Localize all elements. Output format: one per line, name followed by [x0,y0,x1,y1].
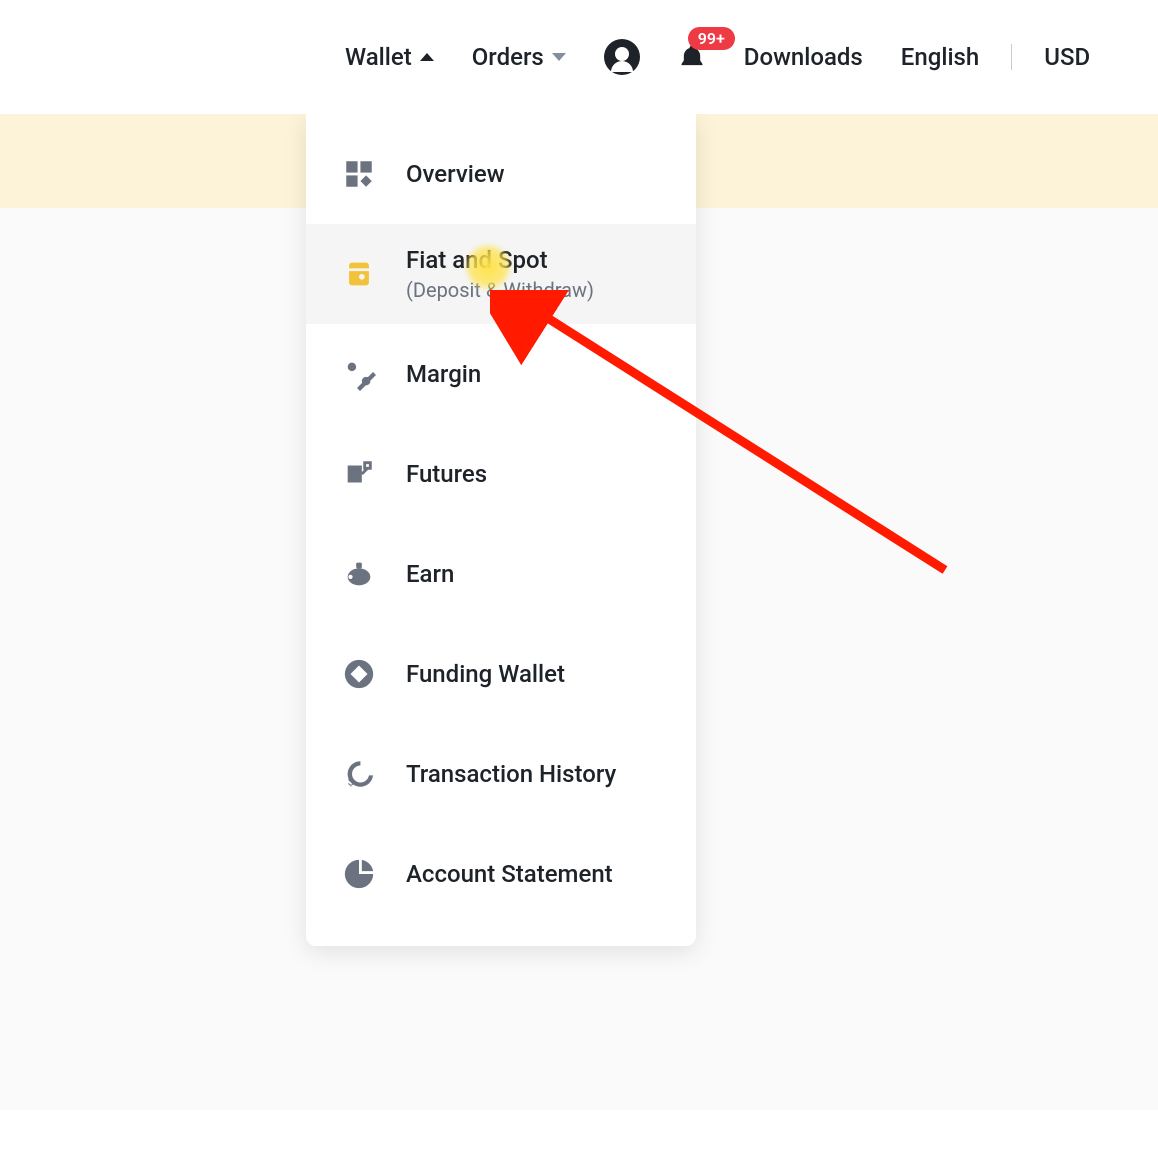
vertical-divider [1011,44,1012,70]
svg-text:$: $ [348,774,354,788]
earn-icon [342,557,376,591]
futures-icon [342,457,376,491]
nav-language-label: English [901,43,979,71]
margin-icon [342,357,376,391]
menu-futures-label: Futures [406,460,487,488]
nav-wallet-label: Wallet [345,43,412,71]
menu-earn-label: Earn [406,560,454,588]
menu-overview-label: Overview [406,160,505,188]
nav-orders[interactable]: Orders [472,43,566,71]
menu-overview[interactable]: Overview [306,124,696,224]
caret-down-icon [552,53,566,61]
menu-account-statement[interactable]: Account Statement [306,824,696,924]
account-statement-icon [342,857,376,891]
nav-currency[interactable]: USD [1044,43,1090,71]
profile-icon [604,39,640,75]
nav-downloads-label: Downloads [744,43,863,71]
nav-notifications[interactable]: 99+ [678,43,706,71]
fiat-spot-icon [342,257,376,291]
notification-badge: 99+ [688,27,735,50]
top-navbar: Wallet Orders 99+ Downloads English [0,0,1158,114]
nav-language[interactable]: English [901,43,979,71]
funding-wallet-icon [342,657,376,691]
menu-funding-wallet[interactable]: Funding Wallet [306,624,696,724]
menu-account-statement-label: Account Statement [406,860,613,888]
annotation-arrow [490,290,960,584]
menu-transaction-history-label: Transaction History [406,760,616,788]
nav-orders-label: Orders [472,43,544,71]
menu-margin-label: Margin [406,360,481,388]
nav-profile[interactable] [604,39,640,75]
menu-fiat-and-spot-label: Fiat and Spot [406,246,594,274]
menu-funding-wallet-label: Funding Wallet [406,660,565,688]
caret-up-icon [420,53,434,61]
nav-currency-label: USD [1044,43,1090,71]
menu-transaction-history[interactable]: $ Transaction History [306,724,696,824]
nav-downloads[interactable]: Downloads [744,43,863,71]
transaction-history-icon: $ [342,757,376,791]
nav-wallet[interactable]: Wallet [345,43,434,71]
overview-icon [342,157,376,191]
